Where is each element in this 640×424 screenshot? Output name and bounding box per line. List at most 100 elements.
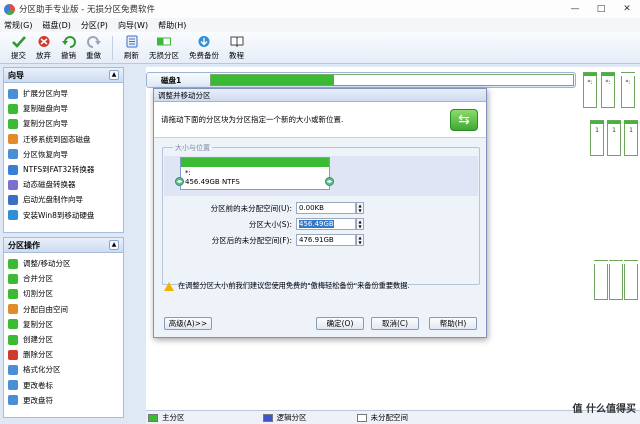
- operation-item[interactable]: 删除分区: [8, 347, 119, 362]
- operation-item[interactable]: 更改盘符: [8, 393, 119, 408]
- operation-item-icon: [8, 319, 18, 330]
- wizard-panel-header[interactable]: 向导 ▲: [4, 68, 123, 83]
- lossless-partition-button[interactable]: 无损分区: [144, 33, 184, 63]
- operation-item-label: 调整/移动分区: [23, 259, 71, 269]
- operation-item-label: 复制分区: [23, 319, 53, 329]
- redo-button[interactable]: 重做: [81, 33, 106, 63]
- advanced-button[interactable]: 高级(A)>>: [164, 317, 212, 330]
- mini-partition-block[interactable]: [624, 260, 638, 300]
- wizard-item-label: 扩展分区向导: [23, 89, 68, 99]
- resize-arrows-icon: ⇆: [450, 109, 478, 131]
- menu-wizard[interactable]: 向导(W): [118, 20, 148, 31]
- tutorial-button[interactable]: 教程: [224, 33, 249, 63]
- operation-item[interactable]: 合并分区: [8, 271, 119, 286]
- mini-partition-block[interactable]: [609, 260, 623, 300]
- wizard-item[interactable]: 安装Win8到移动硬盘: [8, 208, 119, 223]
- partition-icon: [157, 35, 171, 48]
- field-value: 456.49GB: [299, 220, 334, 228]
- undo-button[interactable]: 撤销: [56, 33, 81, 63]
- menu-disk[interactable]: 磁盘(D): [42, 20, 70, 31]
- disk-partition-bar[interactable]: [210, 74, 574, 86]
- window-title: 分区助手专业版 - 无损分区免费软件: [19, 5, 155, 15]
- check-icon: [11, 35, 26, 48]
- operations-panel-header[interactable]: 分区操作 ▲: [4, 238, 123, 253]
- operation-item[interactable]: 格式化分区: [8, 362, 119, 377]
- unallocated-before-input[interactable]: 0.00KB: [296, 202, 356, 214]
- wizard-item[interactable]: 复制磁盘向导: [8, 101, 119, 116]
- wizard-item[interactable]: 迁移系统到固态磁盘: [8, 132, 119, 147]
- mini-partition-label: 1: [612, 127, 616, 134]
- unallocated-after-input[interactable]: 476.91GB: [296, 234, 356, 246]
- title-bar: 分区助手专业版 - 无损分区免费软件 — □ ✕: [0, 0, 640, 18]
- operation-item-label: 格式化分区: [23, 365, 61, 375]
- field-value: 476.91GB: [299, 236, 334, 244]
- redo-label: 重做: [86, 50, 101, 60]
- collapse-icon[interactable]: ▲: [109, 240, 119, 250]
- redo-icon: [86, 35, 101, 48]
- wizard-item[interactable]: 启动光盘制作向导: [8, 192, 119, 207]
- group-label: 大小与位置: [173, 143, 212, 153]
- warning-text: 在调整分区大小前我们建议您使用免费的"傲梅轻松备份"来备份重要数据.: [178, 281, 410, 290]
- legend-swatch: [148, 413, 158, 422]
- operation-item-label: 删除分区: [23, 350, 53, 360]
- help-button[interactable]: 帮助(H): [429, 317, 477, 330]
- operation-item[interactable]: 切割分区: [8, 286, 119, 301]
- right-resize-handle-icon[interactable]: ◂▸: [325, 177, 334, 186]
- menu-help[interactable]: 帮助(H): [158, 20, 186, 31]
- partition-size-input[interactable]: 456.49GB: [296, 218, 356, 230]
- mini-partition-block[interactable]: 1: [624, 120, 638, 156]
- mini-partition-block[interactable]: *:: [621, 72, 635, 108]
- free-backup-button[interactable]: 免费备份: [184, 33, 224, 63]
- partition-info: 456.49GB NTFS: [185, 178, 240, 186]
- spinner-icon[interactable]: ▲ ▼: [356, 202, 364, 214]
- partition-block[interactable]: *: 456.49GB NTFS: [180, 157, 330, 190]
- operation-item[interactable]: 创建分区: [8, 332, 119, 347]
- mini-partition-block[interactable]: *:: [601, 72, 615, 108]
- ok-button[interactable]: 确定(O): [316, 317, 364, 330]
- sidebar: 向导 ▲ 扩展分区向导 复制磁盘向导复制分区向导 迁移系统到固态磁盘 分区恢复向导 NT…: [3, 67, 124, 422]
- wizard-item-label: 复制磁盘向导: [23, 104, 68, 114]
- wizard-item[interactable]: 扩展分区向导: [8, 86, 119, 101]
- mini-partition-block[interactable]: 1: [607, 120, 621, 156]
- wizard-item-icon: [8, 103, 18, 114]
- refresh-label: 刷新: [124, 50, 139, 60]
- wizard-item[interactable]: 动态磁盘转换器: [8, 177, 119, 192]
- collapse-icon[interactable]: ▲: [109, 70, 119, 80]
- operation-item-icon: [8, 395, 18, 406]
- spinner-icon[interactable]: ▲ ▼: [356, 234, 364, 246]
- wizard-item[interactable]: NTFS到FAT32转换器: [8, 162, 119, 177]
- legend: 主分区 逻辑分区 未分配空间: [146, 410, 640, 424]
- operation-item[interactable]: 分配自由空间: [8, 302, 119, 317]
- mini-partition-block[interactable]: *:: [583, 72, 597, 108]
- menu-partition[interactable]: 分区(P): [81, 20, 108, 31]
- wizard-item[interactable]: 复制分区向导: [8, 116, 119, 131]
- operation-item[interactable]: 调整/移动分区: [8, 256, 119, 271]
- operation-item-icon: [8, 349, 18, 360]
- unallocated-after-row: 分区后的未分配空间(F): 476.91GB ▲ ▼: [163, 234, 481, 246]
- operation-item-icon: [8, 334, 18, 345]
- close-button[interactable]: ✕: [614, 0, 640, 18]
- wizard-item-icon: [8, 118, 18, 129]
- mini-partition-block[interactable]: 1: [590, 120, 604, 156]
- left-resize-handle-icon[interactable]: ◂▸: [175, 177, 184, 186]
- cancel-button[interactable]: 取消(C): [371, 317, 419, 330]
- operation-item[interactable]: 更改卷标: [8, 378, 119, 393]
- mini-partition-block[interactable]: [594, 260, 608, 300]
- wizard-item[interactable]: 分区恢复向导: [8, 147, 119, 162]
- unallocated-before-row: 分区前的未分配空间(U): 0.00KB ▲ ▼: [163, 202, 481, 214]
- spinner-icon[interactable]: ▲ ▼: [356, 218, 364, 230]
- operations-panel: 分区操作 ▲ 调整/移动分区合并分区 切割分区 分配自由空间复制分区创建分区删除分区…: [3, 237, 124, 418]
- operation-item-icon: [8, 380, 18, 391]
- operations-panel-title: 分区操作: [8, 240, 40, 250]
- menu-general[interactable]: 常规(G): [4, 20, 32, 31]
- refresh-button[interactable]: 刷新: [119, 33, 144, 63]
- wizard-item-icon: [8, 134, 18, 145]
- discard-button[interactable]: 放弃: [31, 33, 56, 63]
- submit-button[interactable]: 提交: [6, 33, 31, 63]
- maximize-button[interactable]: □: [588, 0, 614, 18]
- warning-row: 在调整分区大小前我们建议您使用免费的"傲梅轻松备份"来备份重要数据.: [164, 281, 410, 291]
- operation-item[interactable]: 复制分区: [8, 317, 119, 332]
- wizard-panel: 向导 ▲ 扩展分区向导 复制磁盘向导复制分区向导 迁移系统到固态磁盘 分区恢复向导 NT…: [3, 67, 124, 233]
- operation-item-icon: [8, 273, 18, 284]
- minimize-button[interactable]: —: [562, 0, 588, 18]
